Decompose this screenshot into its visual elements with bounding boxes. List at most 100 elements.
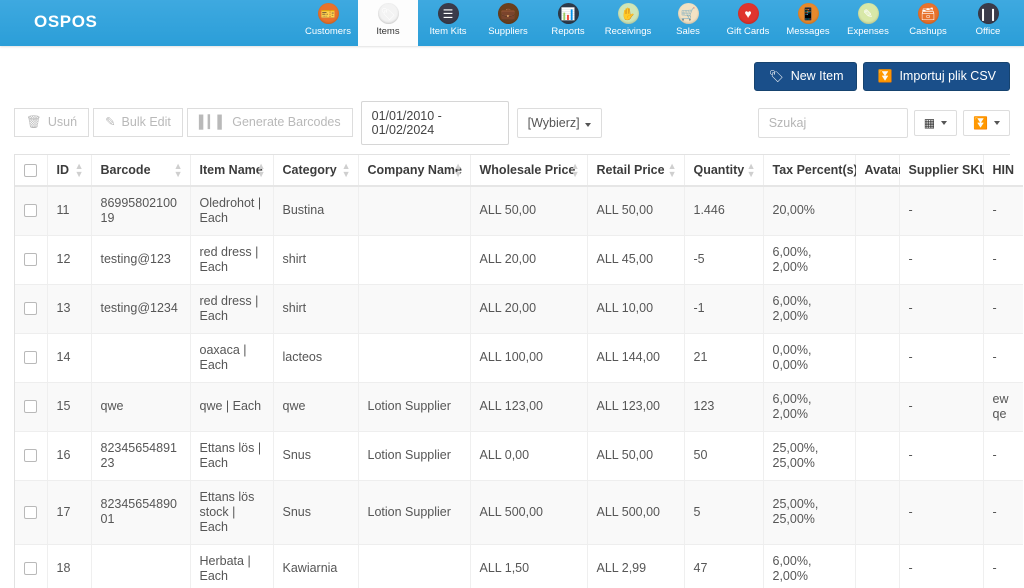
delete-button[interactable]: 🗑 Usuń	[14, 108, 89, 137]
column-header-check	[15, 155, 47, 186]
nav-item-receivings[interactable]: ✋Receivings	[598, 0, 658, 46]
cell-check[interactable]	[15, 382, 47, 431]
nav-item-cashups[interactable]: 🗃Cashups	[898, 0, 958, 46]
table-row[interactable]: 18Herbata | EachKawiarniaALL 1,50ALL 2,9…	[15, 544, 1023, 588]
table-row[interactable]: 13testing@1234red dress | EachshirtALL 2…	[15, 284, 1023, 333]
row-checkbox[interactable]	[24, 253, 37, 266]
sort-icon[interactable]: ▲▼	[342, 162, 351, 178]
row-checkbox[interactable]	[24, 506, 37, 519]
cell-supplier-sku: -	[899, 235, 983, 284]
cell-avatar	[855, 431, 899, 480]
row-checkbox[interactable]	[24, 400, 37, 413]
column-header-barcode[interactable]: Barcode ▲▼	[91, 155, 190, 186]
cell-id: 13	[47, 284, 91, 333]
picker-dropdown[interactable]: [Wybierz]	[517, 108, 602, 138]
cell-hin: -	[983, 186, 1023, 236]
date-range-input[interactable]: 01/01/2010 - 01/02/2024	[361, 101, 509, 145]
column-header-wholesale-price[interactable]: Wholesale Price▲▼	[470, 155, 587, 186]
generate-barcodes-button[interactable]: ▌▎▌ Generate Barcodes	[187, 108, 353, 137]
nav-item-expenses[interactable]: ✎Expenses	[838, 0, 898, 46]
cell-quantity: 50	[684, 431, 763, 480]
expenses-icon: ✎	[858, 3, 879, 24]
cell-check[interactable]	[15, 186, 47, 236]
new-item-button[interactable]: 🏷 New Item	[754, 62, 857, 91]
row-checkbox[interactable]	[24, 351, 37, 364]
cell-hin: -	[983, 480, 1023, 544]
sort-icon[interactable]: ▲▼	[454, 162, 463, 178]
cell-barcode: 8699580210019	[91, 186, 190, 236]
items-table: ID▲▼Barcode▲▼Item Name▲▼Category▲▼Compan…	[15, 155, 1023, 588]
bulk-edit-button[interactable]: ✎ Bulk Edit	[93, 108, 183, 137]
column-header-label: HIN	[993, 163, 1015, 177]
cell-category: Bustina	[273, 186, 358, 236]
column-header-item-name[interactable]: Item Name▲▼	[190, 155, 273, 186]
cashups-icon: 🗃	[918, 3, 939, 24]
row-checkbox[interactable]	[24, 204, 37, 217]
column-header-label: Company Name	[368, 163, 462, 177]
cell-check[interactable]	[15, 480, 47, 544]
table-body: 118699580210019Oledrohot | EachBustinaAL…	[15, 186, 1023, 588]
cell-category: shirt	[273, 284, 358, 333]
row-checkbox[interactable]	[24, 449, 37, 462]
nav-item-label: Items	[376, 26, 399, 37]
column-header-category[interactable]: Category▲▼	[273, 155, 358, 186]
nav-item-items[interactable]: 🏷Items	[358, 0, 418, 46]
column-header-id[interactable]: ID ▲▼	[47, 155, 91, 186]
cell-hin: ewqe	[983, 382, 1023, 431]
column-header-label: ID	[57, 163, 70, 177]
columns-toggle-button[interactable]: ▦	[914, 110, 957, 136]
table-row[interactable]: 168234565489123Ettans lös | EachSnusLoti…	[15, 431, 1023, 480]
cell-category: Snus	[273, 480, 358, 544]
search-input[interactable]	[758, 108, 908, 138]
new-item-label: New Item	[791, 70, 844, 83]
chevron-down-icon	[941, 121, 947, 125]
column-header-label: Retail Price	[597, 163, 665, 177]
app-brand[interactable]: OSPOS	[0, 0, 97, 32]
sort-icon[interactable]: ▲▼	[668, 162, 677, 178]
trash-icon: 🗑	[26, 116, 42, 129]
table-row[interactable]: 15qweqwe | EachqweLotion SupplierALL 123…	[15, 382, 1023, 431]
row-checkbox[interactable]	[24, 302, 37, 315]
column-header-label: Barcode	[101, 163, 151, 177]
cell-item-name: qwe | Each	[190, 382, 273, 431]
nav-item-label: Item Kits	[430, 26, 467, 37]
cell-supplier-sku: -	[899, 186, 983, 236]
cell-barcode: testing@123	[91, 235, 190, 284]
nav-item-reports[interactable]: 📊Reports	[538, 0, 598, 46]
cell-avatar	[855, 284, 899, 333]
sort-icon[interactable]: ▲▼	[174, 162, 183, 178]
nav-item-sales[interactable]: 🛒Sales	[658, 0, 718, 46]
cell-check[interactable]	[15, 544, 47, 588]
nav-item-gift-cards[interactable]: ♥Gift Cards	[718, 0, 778, 46]
sort-icon[interactable]: ▲▼	[571, 162, 580, 178]
column-header-retail-price[interactable]: Retail Price▲▼	[587, 155, 684, 186]
table-row[interactable]: 14oaxaca | EachlacteosALL 100,00ALL 144,…	[15, 333, 1023, 382]
cell-check[interactable]	[15, 333, 47, 382]
column-header-label: Item Name	[200, 163, 263, 177]
nav-item-customers[interactable]: 🎫Customers	[298, 0, 358, 46]
cell-check[interactable]	[15, 235, 47, 284]
table-row[interactable]: 118699580210019Oledrohot | EachBustinaAL…	[15, 186, 1023, 236]
grid-icon: ▦	[924, 117, 935, 129]
nav-item-label: Gift Cards	[727, 26, 770, 37]
cell-barcode	[91, 333, 190, 382]
export-button[interactable]: ⏬	[963, 110, 1010, 136]
nav-item-item-kits[interactable]: ☰Item Kits	[418, 0, 478, 46]
column-header-company-name[interactable]: Company Name▲▼	[358, 155, 470, 186]
nav-item-messages[interactable]: 📱Messages	[778, 0, 838, 46]
table-row[interactable]: 12testing@123red dress | EachshirtALL 20…	[15, 235, 1023, 284]
cell-category: Kawiarnia	[273, 544, 358, 588]
import-csv-button[interactable]: ⏬ Importuj plik CSV	[863, 62, 1010, 91]
sort-icon[interactable]: ▲▼	[75, 162, 84, 178]
nav-item-office[interactable]: ❙❙Office	[958, 0, 1018, 46]
sort-icon[interactable]: ▲▼	[257, 162, 266, 178]
cell-check[interactable]	[15, 431, 47, 480]
nav-item-suppliers[interactable]: 💼Suppliers	[478, 0, 538, 46]
row-checkbox[interactable]	[24, 562, 37, 575]
table-row[interactable]: 178234565489001Ettans lös stock | EachSn…	[15, 480, 1023, 544]
cell-check[interactable]	[15, 284, 47, 333]
cell-company-name	[358, 333, 470, 382]
column-header-quantity[interactable]: Quantity▲▼	[684, 155, 763, 186]
select-all-checkbox[interactable]	[24, 164, 37, 177]
sort-icon[interactable]: ▲▼	[747, 162, 756, 178]
